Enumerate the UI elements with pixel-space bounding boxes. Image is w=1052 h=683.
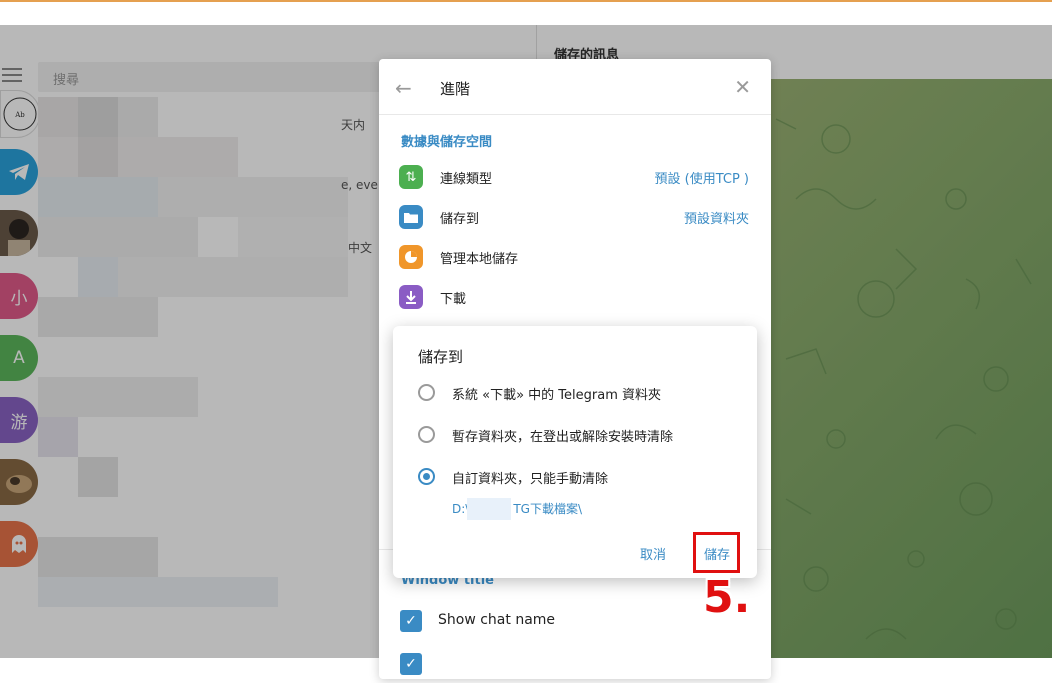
window-top-bar [0,0,1052,25]
section-data-storage: 數據與儲存空間 [401,135,493,150]
row-label: 連線類型 [440,172,493,187]
arrows-updown-icon: ⇅ [399,165,423,189]
row-save-to[interactable]: 儲存到 預設資料夾 [379,196,771,236]
row-value: 預設 (使用TCP ) [654,172,749,187]
redaction-mask [467,498,511,520]
checkbox-row[interactable]: ✓ [379,647,771,683]
option-label: 自訂資料夾，只能手動清除 [452,472,609,487]
download-icon [399,285,423,309]
folder-icon [399,205,423,229]
radio-button-checked[interactable] [418,468,435,485]
highlight-box [693,532,740,573]
row-label: 管理本地儲存 [440,252,519,267]
pie-chart-icon [399,245,423,269]
row-download[interactable]: 下載 [379,276,771,316]
panel-title: 進階 [440,80,471,98]
check-icon[interactable]: ✓ [400,610,422,632]
divider [379,114,771,115]
option-label: 系統 «下載» 中的 Telegram 資料夾 [452,388,662,403]
back-arrow-icon[interactable]: ← [395,76,412,100]
row-label: 下載 [440,292,467,307]
option-system-downloads[interactable]: 系統 «下載» 中的 Telegram 資料夾 [393,377,757,411]
row-manage-storage[interactable]: 管理本地儲存 [379,236,771,276]
option-label: 暫存資料夾，在登出或解除安裝時清除 [452,430,674,445]
option-custom-folder[interactable]: 自訂資料夾，只能手動清除 [393,461,757,495]
radio-button[interactable] [418,384,435,401]
path-end: TG下載檔案\ [513,502,583,516]
row-label: 儲存到 [440,212,480,227]
cancel-button[interactable]: 取消 [640,544,666,563]
check-icon[interactable]: ✓ [400,653,422,675]
step-annotation: 5. [703,572,751,623]
option-temp-folder[interactable]: 暫存資料夾，在登出或解除安裝時清除 [393,419,757,453]
row-connection-type[interactable]: ⇅ 連線類型 預設 (使用TCP ) [379,156,771,196]
checkbox-label: Show chat name [438,612,556,628]
dialog-title: 儲存到 [418,348,464,366]
radio-button[interactable] [418,426,435,443]
row-value: 預設資料夾 [683,212,749,227]
close-icon[interactable]: ✕ [734,75,751,99]
